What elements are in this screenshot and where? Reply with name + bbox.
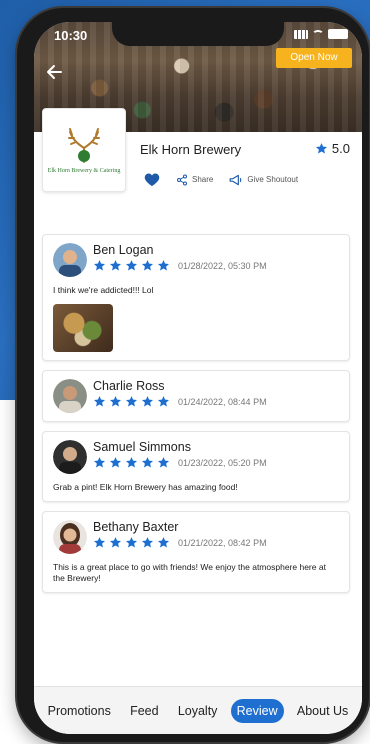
star-icon	[93, 396, 106, 407]
bottom-nav: Promotions Feed Loyalty Review About Us	[34, 686, 362, 734]
logo-caption: Elk Horn Brewery & Catering	[47, 167, 121, 174]
star-icon	[125, 457, 138, 468]
review-date: 01/23/2022, 05:20 PM	[178, 457, 267, 468]
review-date: 01/21/2022, 08:42 PM	[178, 537, 267, 548]
reviewer-name: Charlie Ross	[93, 379, 165, 393]
status-time: 10:30	[54, 28, 88, 43]
star-rating	[93, 456, 170, 469]
star-icon	[157, 457, 170, 468]
brewery-logo: Elk Horn Brewery & Catering	[42, 108, 126, 192]
rating-value: 5.0	[331, 141, 350, 156]
review-card: Ben Logan 01/28/2022, 05:30 PM I think w…	[42, 234, 350, 361]
star-icon	[141, 396, 154, 407]
review-card: Charlie Ross 01/24/2022, 08:44 PM	[42, 370, 350, 422]
review-text: Grab a pint! Elk Horn Brewery has amazin…	[53, 482, 238, 492]
avatar	[53, 520, 87, 554]
star-icon	[109, 396, 122, 407]
star-icon	[141, 457, 154, 468]
review-text: This is a great place to go with friends…	[53, 562, 326, 583]
battery-icon	[328, 29, 348, 39]
app-screen: 10:30 Open Now Elk Horn Brewery & Cateri…	[34, 22, 362, 734]
review-date: 01/24/2022, 08:44 PM	[178, 396, 267, 407]
reviewer-name: Samuel Simmons	[93, 440, 191, 454]
star-icon	[315, 143, 327, 154]
star-rating	[93, 259, 170, 272]
status-icons	[294, 29, 348, 39]
star-icon	[125, 537, 138, 548]
review-list: Ben Logan 01/28/2022, 05:30 PM I think w…	[42, 234, 350, 602]
share-button[interactable]: Share	[176, 174, 213, 186]
reviewer-name: Bethany Baxter	[93, 520, 179, 534]
review-text: I think we're addicted!!! Lol	[53, 285, 154, 295]
star-rating	[93, 536, 170, 549]
star-icon	[157, 537, 170, 548]
nav-promotions[interactable]: Promotions	[42, 699, 117, 723]
star-icon	[109, 537, 122, 548]
star-icon	[157, 260, 170, 271]
give-shoutout-button[interactable]: Give Shoutout	[229, 174, 298, 186]
star-icon	[93, 537, 106, 548]
star-icon	[93, 260, 106, 271]
like-button[interactable]	[144, 172, 160, 187]
review-card: Samuel Simmons 01/23/2022, 05:20 PM Grab…	[42, 431, 350, 502]
review-card: Bethany Baxter 01/21/2022, 08:42 PM This…	[42, 511, 350, 593]
nav-review[interactable]: Review	[230, 698, 284, 723]
reviewer-name: Ben Logan	[93, 243, 154, 257]
star-icon	[109, 457, 122, 468]
avatar	[53, 243, 87, 277]
review-photo[interactable]	[53, 304, 113, 352]
shoutout-label: Give Shoutout	[247, 175, 299, 184]
brewery-name: Elk Horn Brewery	[140, 142, 242, 157]
heart-icon	[144, 173, 160, 187]
elk-antler-icon	[68, 127, 100, 163]
review-date: 01/28/2022, 05:30 PM	[178, 260, 267, 271]
star-icon	[109, 260, 122, 271]
rating: 5.0	[315, 141, 350, 156]
star-icon	[125, 260, 138, 271]
share-label: Share	[192, 175, 214, 184]
nav-loyalty[interactable]: Loyalty	[172, 699, 224, 723]
share-icon	[177, 174, 187, 185]
avatar	[53, 379, 87, 413]
avatar	[53, 440, 87, 474]
star-icon	[141, 537, 154, 548]
star-icon	[157, 396, 170, 407]
star-rating	[93, 395, 170, 408]
nav-about-us[interactable]: About Us	[291, 699, 354, 723]
star-icon	[125, 396, 138, 407]
open-now-badge: Open Now	[276, 48, 352, 68]
star-icon	[141, 260, 154, 271]
megaphone-icon	[229, 174, 242, 185]
arrow-left-icon[interactable]	[44, 62, 66, 84]
phone-notch	[112, 22, 284, 46]
star-icon	[93, 457, 106, 468]
nav-feed[interactable]: Feed	[124, 699, 165, 723]
action-bar: Share Give Shoutout	[144, 172, 298, 187]
wifi-icon	[312, 29, 324, 39]
signal-icon	[294, 29, 308, 39]
